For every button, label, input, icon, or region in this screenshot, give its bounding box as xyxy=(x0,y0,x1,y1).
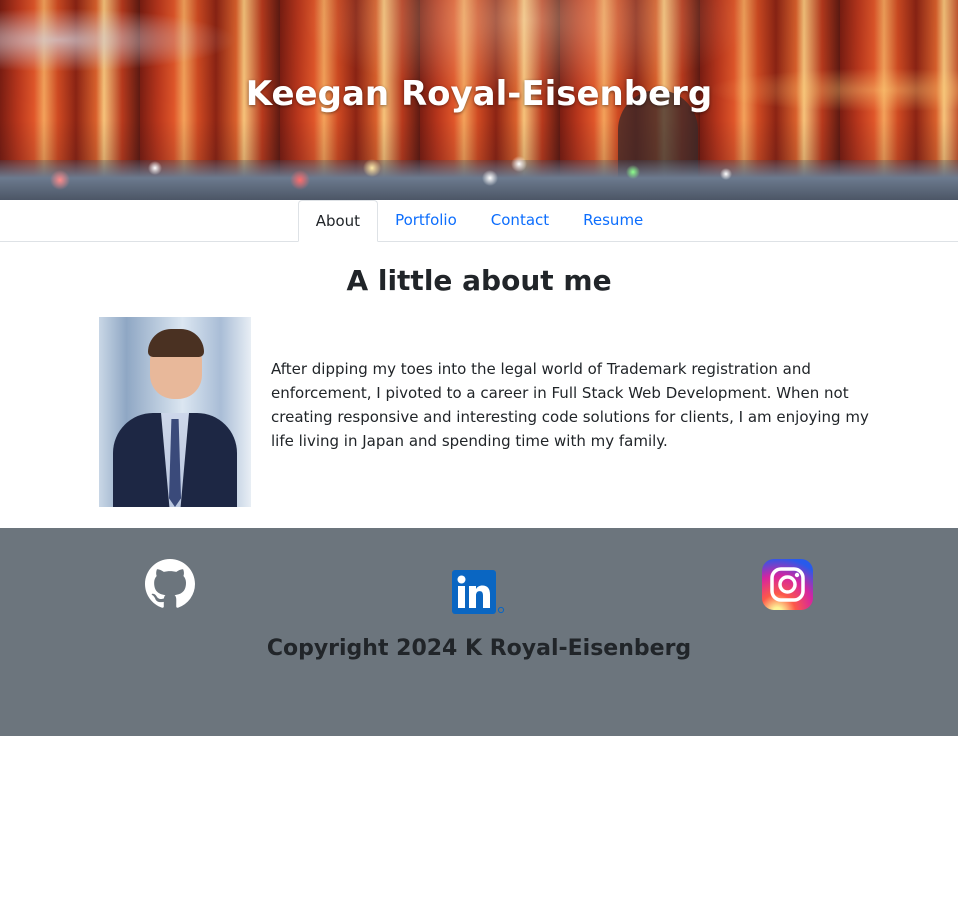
copyright-text: Copyright 2024 K Royal-Eisenberg xyxy=(266,636,692,661)
tab-resume[interactable]: Resume xyxy=(566,199,660,241)
profile-photo xyxy=(99,317,251,507)
about-heading: A little about me xyxy=(346,264,612,297)
footer: Copyright 2024 K Royal-Eisenberg xyxy=(0,528,958,736)
main-content: A little about me After dipping my toes … xyxy=(0,264,958,507)
hero-banner: Keegan Royal-Eisenberg xyxy=(0,0,958,200)
nav-tabs: About Portfolio Contact Resume xyxy=(0,200,958,242)
github-icon[interactable] xyxy=(145,559,195,609)
linkedin-icon[interactable] xyxy=(452,570,506,614)
page-title: Keegan Royal-Eisenberg xyxy=(245,74,713,114)
about-section: After dipping my toes into the legal wor… xyxy=(0,317,958,507)
tab-about[interactable]: About xyxy=(297,200,379,242)
profile-photo-hair xyxy=(148,329,204,357)
hero-background-lights xyxy=(0,150,958,190)
instagram-icon[interactable] xyxy=(762,559,813,610)
tab-portfolio[interactable]: Portfolio xyxy=(378,199,474,241)
about-text: After dipping my toes into the legal wor… xyxy=(271,360,869,450)
tab-contact[interactable]: Contact xyxy=(474,199,566,241)
